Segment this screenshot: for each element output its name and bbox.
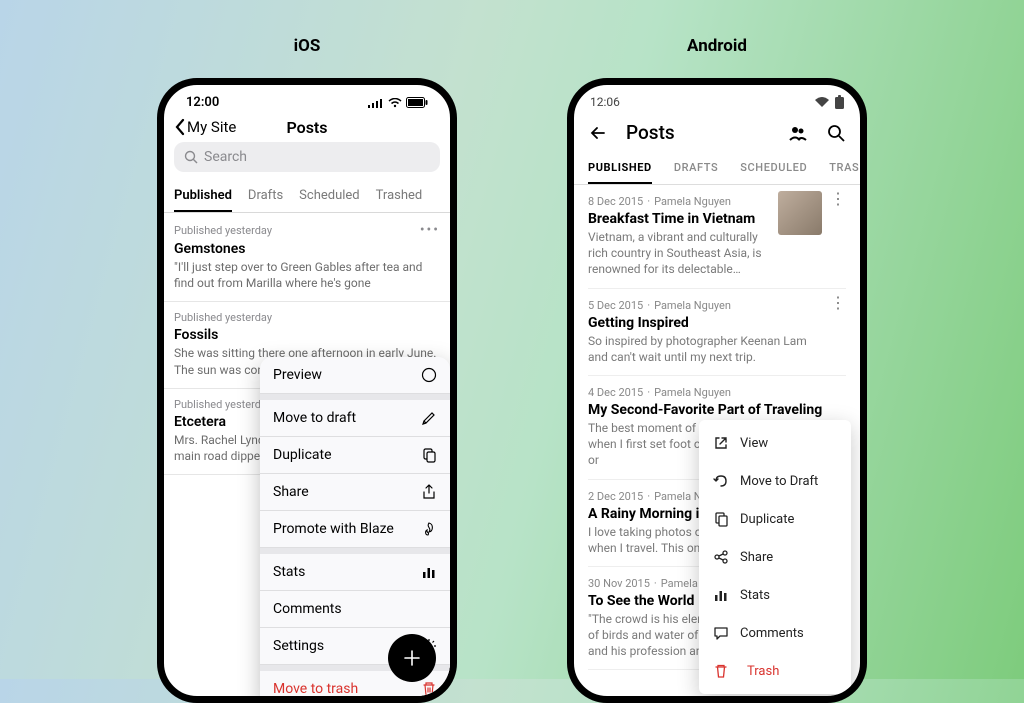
post-title: Fossils <box>174 327 440 343</box>
menu-move-draft[interactable]: Move to Draft <box>699 462 851 500</box>
menu-comments[interactable]: Comments <box>699 614 851 652</box>
list-item[interactable]: Published yesterday ••• Gemstones "I'll j… <box>164 213 450 302</box>
post-excerpt: So inspired by photographer Keenan Lam a… <box>588 333 846 365</box>
menu-share[interactable]: Share <box>260 474 450 511</box>
more-icon[interactable]: ⋮ <box>830 295 846 311</box>
android-context-menu: View Move to Draft Duplicate Share Stats… <box>699 420 851 694</box>
tab-published[interactable]: Published <box>174 182 232 212</box>
post-title: Gemstones <box>174 241 440 257</box>
trash-icon <box>713 663 729 679</box>
android-tabs: PUBLISHED DRAFTS SCHEDULED TRASHED <box>574 154 860 185</box>
ios-navbar: My Site Posts <box>164 114 450 142</box>
tab-trashed[interactable]: TRASHED <box>829 154 867 184</box>
menu-duplicate[interactable]: Duplicate <box>260 437 450 474</box>
ios-tabs: Published Drafts Scheduled Trashed <box>164 182 450 213</box>
tab-drafts[interactable]: DRAFTS <box>674 154 718 184</box>
ios-status-icons <box>368 97 428 108</box>
android-phone: 12:06 Posts PUBLISHED DRAFTS SCHEDULED T… <box>567 78 867 703</box>
wifi-icon <box>815 97 829 108</box>
list-item[interactable]: 5 Dec 2015·Pamela Nguyen Getting Inspire… <box>588 289 846 376</box>
ios-search-placeholder: Search <box>204 149 247 165</box>
menu-stats[interactable]: Stats <box>699 576 851 614</box>
more-icon[interactable]: ••• <box>420 222 440 238</box>
post-excerpt: Vietnam, a vibrant and culturally rich c… <box>588 229 846 278</box>
android-label: Android <box>687 36 747 56</box>
menu-stats[interactable]: Stats <box>260 548 450 591</box>
bars-icon <box>713 587 729 603</box>
menu-trash[interactable]: Trash <box>699 652 851 690</box>
android-page-title: Posts <box>626 121 770 144</box>
ios-label: iOS <box>294 36 321 56</box>
ios-back-button[interactable]: My Site <box>174 118 236 136</box>
tab-drafts[interactable]: Drafts <box>248 182 283 212</box>
post-excerpt: "I'll just step over to Green Gables aft… <box>174 259 440 291</box>
meta: Published yesterday <box>174 224 272 237</box>
plus-icon <box>401 647 423 669</box>
battery-icon <box>406 97 428 108</box>
menu-duplicate[interactable]: Duplicate <box>699 500 851 538</box>
menu-preview[interactable]: Preview <box>260 357 450 394</box>
android-column: Android 12:06 Posts PUBLISHED DRAFTS <box>567 36 867 703</box>
compass-icon <box>421 367 437 383</box>
flame-icon <box>421 521 437 537</box>
ios-fab-add[interactable] <box>388 634 436 682</box>
search-icon[interactable] <box>826 123 846 143</box>
android-status-icons <box>815 95 844 109</box>
menu-move-draft[interactable]: Move to draft <box>260 394 450 437</box>
undo-icon <box>713 473 729 489</box>
list-item[interactable]: 8 Dec 2015·Pamela Nguyen Breakfast Time … <box>588 185 846 289</box>
copy-icon <box>421 447 437 463</box>
share-icon <box>713 549 729 565</box>
pencil-icon <box>421 410 437 426</box>
android-appbar: Posts <box>574 113 860 154</box>
android-time: 12:06 <box>590 95 620 109</box>
meta: Published yesterday <box>174 398 272 411</box>
wifi-icon <box>388 98 402 108</box>
menu-comments[interactable]: Comments <box>260 591 450 628</box>
menu-blaze[interactable]: Promote with Blaze <box>260 511 450 548</box>
battery-icon <box>835 95 844 109</box>
ios-statusbar: 12:00 <box>164 85 450 114</box>
ios-page-title: Posts <box>286 118 327 137</box>
ios-time: 12:00 <box>186 95 219 110</box>
menu-share[interactable]: Share <box>699 538 851 576</box>
trash-icon <box>421 681 437 697</box>
copy-icon <box>713 511 729 527</box>
thumbnail <box>778 191 822 235</box>
comment-icon <box>713 625 729 641</box>
ios-column: iOS 12:00 My Site Posts Search <box>157 36 457 703</box>
more-icon[interactable]: ⋮ <box>830 191 846 207</box>
tab-scheduled[interactable]: Scheduled <box>299 182 359 212</box>
share-icon <box>421 484 437 500</box>
menu-view[interactable]: View <box>699 424 851 462</box>
post-title: My Second-Favorite Part of Traveling <box>588 402 846 418</box>
tab-scheduled[interactable]: SCHEDULED <box>740 154 807 184</box>
meta: Published yesterday <box>174 311 272 324</box>
signal-icon <box>368 98 384 108</box>
search-icon <box>184 150 198 164</box>
tab-published[interactable]: PUBLISHED <box>588 154 652 184</box>
external-icon <box>713 435 729 451</box>
people-icon[interactable] <box>788 123 808 143</box>
android-statusbar: 12:06 <box>574 85 860 113</box>
back-arrow-icon[interactable] <box>588 123 608 143</box>
bars-icon <box>421 564 437 580</box>
ios-back-label: My Site <box>187 118 236 136</box>
tab-trashed[interactable]: Trashed <box>376 182 423 212</box>
ios-phone: 12:00 My Site Posts Search Publishe <box>157 78 457 703</box>
ios-search-input[interactable]: Search <box>174 142 440 172</box>
chevron-left-icon <box>174 118 185 136</box>
post-title: Getting Inspired <box>588 315 846 331</box>
